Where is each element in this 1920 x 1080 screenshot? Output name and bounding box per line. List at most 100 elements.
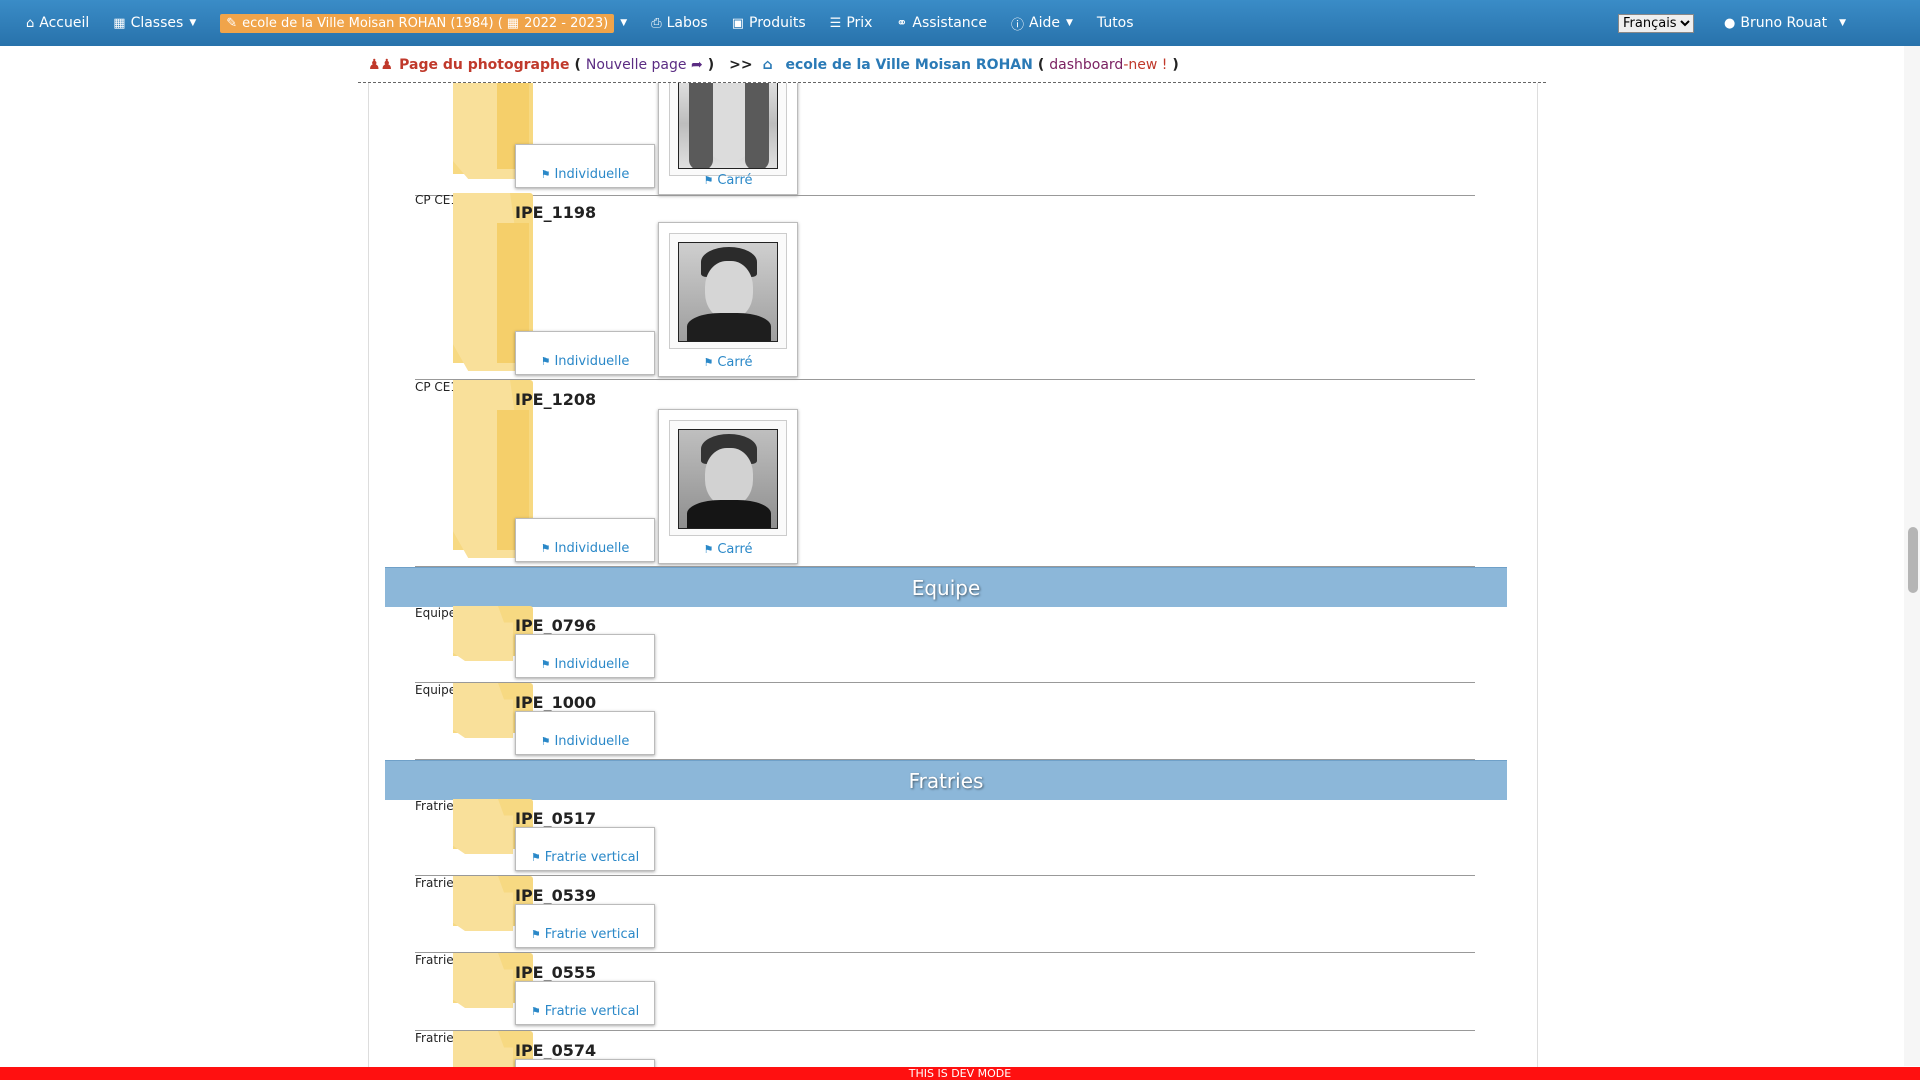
nav-home-label: Accueil (39, 15, 90, 31)
individual-button[interactable]: ⚑ Individuelle (515, 711, 655, 755)
tag-icon: ⚑ (540, 542, 551, 555)
section-header-fratries: Fratries (385, 760, 1507, 800)
photo-row: Fratries IPE_0539 ⚑ Fratrie vertical (415, 876, 1475, 953)
sibling-button-label: Fratrie vertical (544, 850, 640, 865)
dev-mode-bar: THIS IS DEV MODE (0, 1067, 1920, 1080)
paren-open: ( (574, 57, 581, 73)
photographer-page-label: Page du photographe (399, 57, 570, 73)
paren-close: ) (707, 57, 715, 73)
headset-icon: ⚭ (896, 15, 908, 31)
nav-home[interactable]: ⌂ Accueil (14, 0, 101, 46)
photo-id: IPE_0574 (515, 1041, 597, 1060)
photo-row: ⚑ Individuelle ⚑ Carré (415, 83, 1475, 196)
nav-help[interactable]: ⓘ Aide ▼ (999, 0, 1085, 46)
individual-button[interactable]: ⚑ Individuelle (515, 518, 655, 562)
paren-open-2: ( (1037, 57, 1045, 73)
section-title: Equipe (911, 575, 981, 600)
caret-down-icon: ▼ (1839, 18, 1846, 28)
school-link[interactable]: ⌂ ecole de la Ville Moisan ROHAN (763, 57, 1033, 73)
photo-frame (669, 233, 787, 349)
photo-id: IPE_1208 (515, 390, 597, 409)
nav-classes[interactable]: ▦ Classes ▼ (101, 0, 208, 46)
nav-user[interactable]: ● Bruno Rouat ▼ (1712, 0, 1858, 46)
grid-icon: ▦ (113, 15, 126, 31)
row-class-tag: Equipe (415, 683, 457, 697)
school-name: ecole de la Ville Moisan ROHAN (1984) ( (242, 15, 503, 31)
individual-button[interactable]: ⚑ Individuelle (515, 634, 655, 678)
nav-products-label: Produits (749, 15, 806, 31)
nav-classes-label: Classes (130, 15, 184, 31)
photo-row: Equipe IPE_0796 ⚑ Individuelle (415, 606, 1475, 683)
top-navbar: ⌂ Accueil ▦ Classes ▼ ✎ ecole de la Vill… (0, 0, 1920, 46)
nav-prices[interactable]: ☰ Prix (818, 0, 885, 46)
sibling-vertical-button[interactable]: ⚑ Fratrie vertical (515, 827, 655, 871)
photo-row: Equipe IPE_1000 ⚑ Individuelle (415, 683, 1475, 760)
square-label-wrap: ⚑ Carré (659, 355, 797, 370)
section-header-equipe: Equipe (385, 567, 1507, 607)
photographer-page-link[interactable]: ♟♟ Page du photographe (368, 57, 569, 73)
individual-button-label: Individuelle (554, 541, 630, 556)
individual-button-label: Individuelle (554, 657, 630, 672)
photo-row: Fratries IPE_0555 ⚑ Fratrie vertical (415, 953, 1475, 1031)
individual-button[interactable]: ⚑ Individuelle (515, 331, 655, 375)
language-select[interactable]: Français (1618, 13, 1694, 33)
calendar-icon: ▦ (506, 15, 520, 31)
photo-id: IPE_0555 (515, 963, 597, 982)
row-class-tag: CP CE1 (415, 193, 459, 207)
sibling-button-label: Fratrie vertical (544, 1004, 640, 1019)
home-icon: ⌂ (26, 15, 35, 31)
square-label: Carré (717, 355, 753, 370)
photo-row: CP CE1 IPE_1208 ⚑ Individuelle ⚑ Carré (415, 380, 1475, 567)
nav-prices-label: Prix (846, 15, 873, 31)
square-photo-card[interactable]: ⚑ Carré (658, 409, 798, 564)
new-page-link[interactable]: Nouvelle page ➦ (586, 57, 703, 73)
photo-id: IPE_1000 (515, 693, 597, 712)
school-pill[interactable]: ✎ ecole de la Ville Moisan ROHAN (1984) … (220, 13, 615, 33)
individual-button-label: Individuelle (554, 167, 630, 182)
section-title: Fratries (908, 768, 984, 793)
scroll-thumb[interactable] (1908, 527, 1918, 593)
nav-labs-label: Labos (666, 15, 708, 31)
sibling-vertical-button[interactable]: ⚑ Fratrie vertical (515, 981, 655, 1025)
student-photo (678, 242, 778, 342)
list-icon: ☰ (829, 15, 842, 31)
nav-help-label: Aide (1029, 15, 1060, 31)
row-class-tag: Equipe (415, 606, 457, 620)
photo-row: CP CE1 IPE_1198 ⚑ Individuelle ⚑ Carré (415, 193, 1475, 380)
user-icon: ● (1724, 15, 1736, 31)
gift-icon: ▣ (731, 15, 745, 31)
print-icon: ⎙ (651, 15, 662, 31)
row-class-tag: CP CE1 (415, 380, 459, 394)
tag-icon: ⚑ (703, 543, 714, 556)
square-label: Carré (717, 173, 753, 188)
dashboard-link[interactable]: dashboard-new ! (1049, 57, 1167, 73)
individual-button[interactable]: ⚑ Individuelle (515, 144, 655, 188)
nav-support-label: Assistance (912, 15, 987, 31)
share-icon: ➦ (690, 57, 703, 73)
tag-icon: ⚑ (540, 355, 551, 368)
page-scrollbar[interactable] (1904, 46, 1920, 1066)
photo-id: IPE_0796 (515, 616, 597, 635)
tag-icon: ⚑ (703, 356, 714, 369)
nav-support[interactable]: ⚭ Assistance (884, 0, 999, 46)
square-photo-card[interactable]: ⚑ Carré (658, 222, 798, 377)
student-photo (678, 429, 778, 529)
square-photo-card[interactable]: ⚑ Carré (658, 83, 798, 195)
dashboard-new-label: -new ! (1123, 57, 1168, 73)
sibling-button-label: Fratrie vertical (544, 927, 640, 942)
nav-labs[interactable]: ⎙ Labos (639, 0, 720, 46)
sibling-vertical-button[interactable]: ⚑ Fratrie vertical (515, 904, 655, 948)
photo-row: Fratries IPE_0517 ⚑ Fratrie vertical (415, 799, 1475, 876)
nav-products[interactable]: ▣ Produits (720, 0, 818, 46)
photo-frame (669, 83, 787, 176)
nav-tutorials[interactable]: Tutos (1085, 0, 1146, 46)
tag-icon: ⚑ (530, 1005, 541, 1018)
edit-icon: ✎ (226, 15, 238, 31)
caret-down-icon: ▼ (189, 18, 197, 28)
info-icon: ⓘ (1010, 17, 1024, 33)
breadcrumb-separator: >> (729, 57, 753, 73)
nav-tutorials-label: Tutos (1096, 15, 1134, 31)
caret-down-icon: ▼ (1065, 18, 1073, 28)
square-label-wrap: ⚑ Carré (659, 542, 797, 557)
nav-school[interactable]: ✎ ecole de la Ville Moisan ROHAN (1984) … (208, 0, 639, 46)
